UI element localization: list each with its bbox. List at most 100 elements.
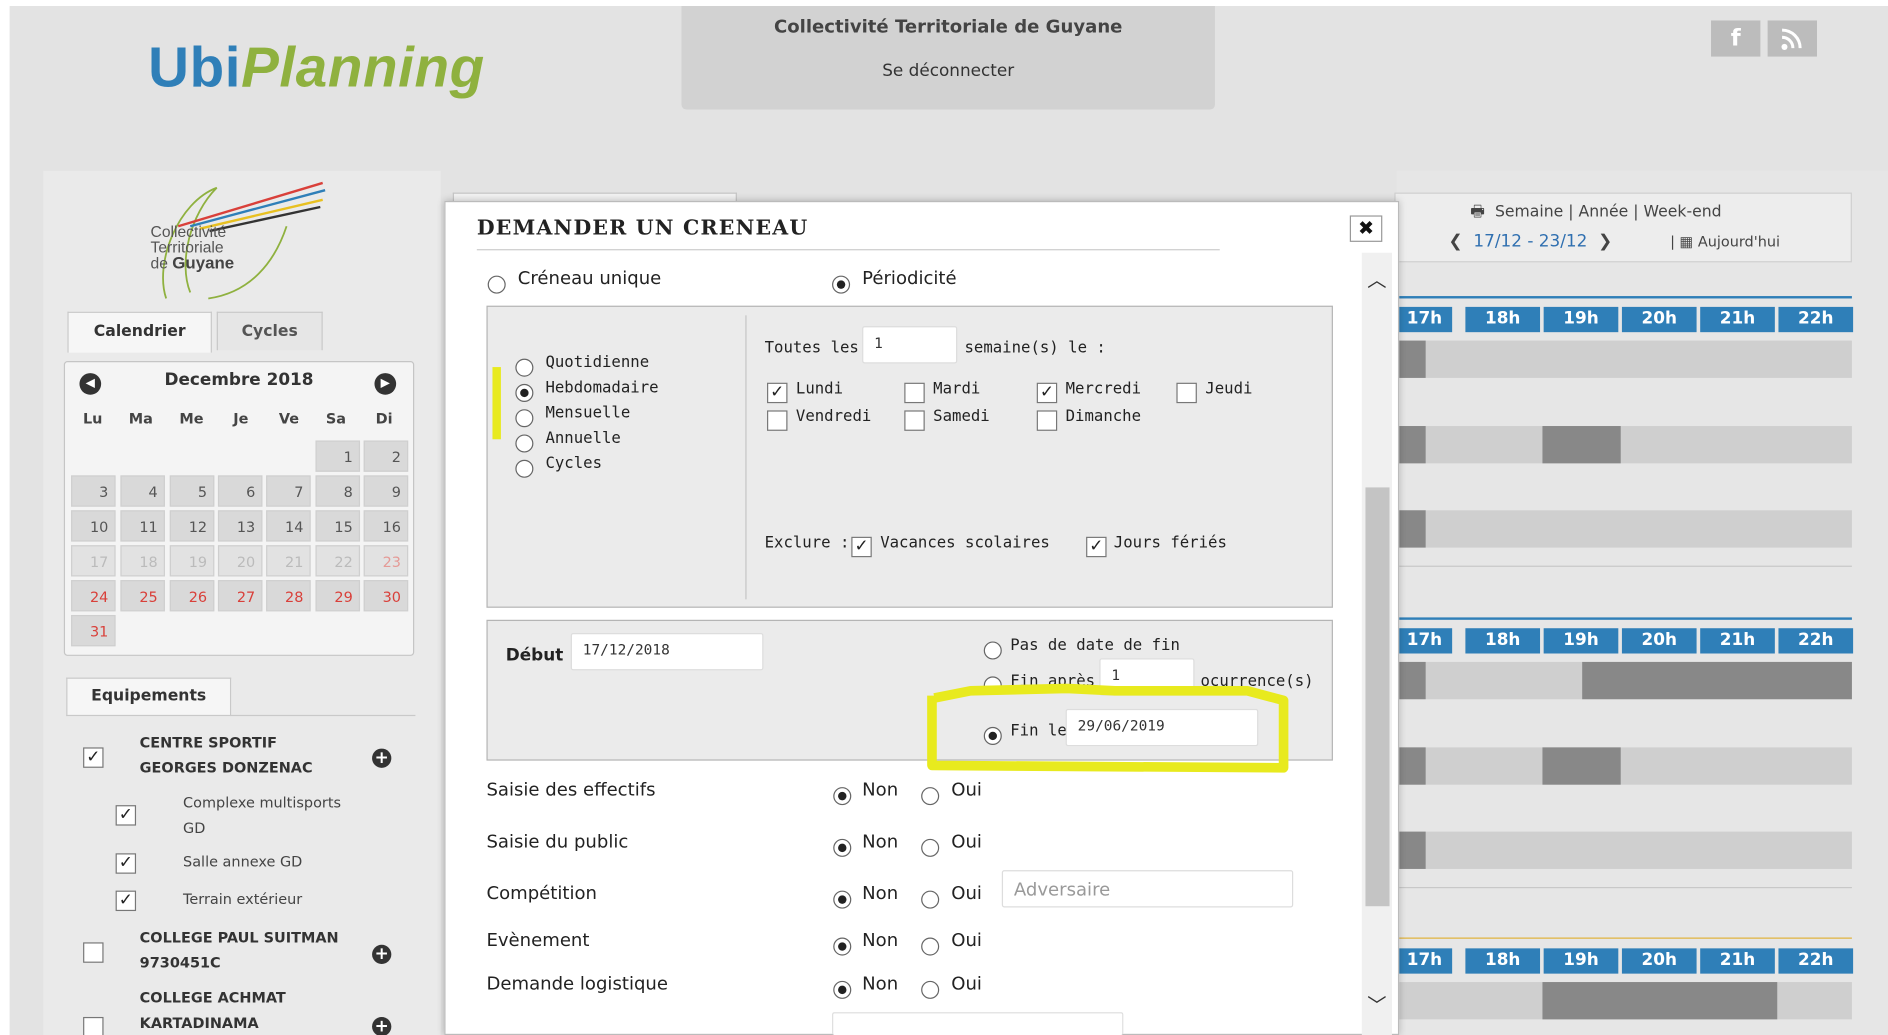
calendar-day[interactable]: 7 [266,475,311,507]
facebook-icon[interactable]: f [1711,20,1761,57]
radio-cycles[interactable] [515,459,534,478]
equipement-checkbox[interactable]: ✓ [115,853,137,874]
radio-public-non[interactable] [833,838,852,857]
calendar-day[interactable]: 29 [315,580,361,612]
calendar-day[interactable]: 23 [363,545,409,577]
calendar-day[interactable]: 15 [315,510,361,542]
calendar-day[interactable]: 1 [315,440,361,472]
calendar-day[interactable]: 21 [266,545,311,577]
end-date-input[interactable]: 29/06/2019 [1065,708,1259,747]
adversaire-input[interactable]: Adversaire [1001,870,1294,908]
calendar-next-icon[interactable]: ▶ [374,373,397,395]
calendar-day[interactable]: 6 [217,475,263,507]
calendar-day[interactable]: 8 [315,475,361,507]
slot-booked[interactable] [1396,661,1426,700]
calendar-day[interactable]: 11 [120,510,165,542]
calendar-day[interactable]: 13 [217,510,263,542]
equipement-checkbox[interactable] [83,1016,104,1035]
start-date-input[interactable]: 17/12/2018 [570,633,764,671]
calendar-day[interactable]: 16 [363,510,409,542]
radio-competition-non[interactable] [833,890,852,909]
radio-logistique-oui[interactable] [921,980,940,999]
radio-competition-oui[interactable] [921,890,940,909]
slot-row[interactable] [1396,831,1852,869]
checkbox-mardi[interactable] [904,382,925,404]
equipement-checkbox[interactable] [83,942,104,963]
view-semaine-link[interactable]: Semaine [1495,203,1563,221]
checkbox-jours-feries[interactable]: ✓ [1086,536,1107,558]
interval-input[interactable]: 1 [862,326,958,364]
slot-row[interactable] [1396,340,1852,378]
calendar-day[interactable]: 30 [363,580,409,612]
calendar-day[interactable]: 4 [120,475,165,507]
equipement-checkbox[interactable]: ✓ [115,890,137,912]
slot-booked[interactable] [1542,426,1621,464]
equipement-complexe-multisports[interactable]: Complexe multisports GD [183,791,341,842]
add-equipement-icon[interactable]: + [372,944,392,965]
view-annee-link[interactable]: Année [1578,203,1628,221]
calendar-day[interactable]: 31 [71,614,116,647]
radio-annuelle[interactable] [515,434,534,453]
calendar-day[interactable]: 19 [169,545,215,577]
rss-icon[interactable] [1767,20,1817,57]
equipement-centre-sportif[interactable]: CENTRE SPORTIF GEORGES DONZENAC [140,731,313,782]
radio-hebdomadaire[interactable] [515,383,534,402]
calendar-day[interactable]: 2 [363,440,409,472]
radio-pas-de-date-de-fin[interactable] [983,641,1002,660]
calendar-day[interactable]: 9 [363,475,409,507]
radio-logistique-non[interactable] [833,980,852,999]
today-button[interactable]: | ▦ Aujourd'hui [1670,233,1780,250]
calendar-day[interactable]: 17 [71,545,116,577]
equipement-checkbox[interactable]: ✓ [83,747,104,768]
slot-booked[interactable] [1396,340,1426,378]
prev-week-icon[interactable]: ❮ [1449,232,1463,251]
checkbox-dimanche[interactable] [1036,410,1058,431]
radio-fin-le[interactable] [983,726,1002,745]
calendar-day[interactable]: 20 [217,545,263,577]
calendar-day[interactable]: 3 [71,475,116,507]
checkbox-vacances-scolaires[interactable]: ✓ [851,536,872,558]
checkbox-vendredi[interactable] [767,410,788,431]
ubiplanning-logo[interactable]: UbiPlanning [148,34,485,100]
slot-booked[interactable] [1396,426,1426,464]
next-field-input[interactable] [832,1012,1124,1035]
calendar-day[interactable]: 5 [169,475,215,507]
slot-booked[interactable] [1542,747,1621,785]
calendar-day[interactable]: 28 [266,580,311,612]
slot-row[interactable] [1396,510,1852,548]
calendar-day[interactable]: 25 [120,580,165,612]
slot-row[interactable] [1396,747,1852,785]
checkbox-lundi[interactable]: ✓ [767,382,788,404]
radio-effectifs-oui[interactable] [921,787,940,806]
tab-calendrier[interactable]: Calendrier [67,311,212,353]
add-equipement-icon[interactable]: + [372,1016,392,1035]
next-week-icon[interactable]: ❯ [1598,232,1612,251]
slot-booked[interactable] [1396,831,1426,869]
checkbox-mercredi[interactable]: ✓ [1036,382,1058,404]
calendar-day[interactable]: 10 [71,510,116,542]
scroll-up-icon[interactable]: ︿ [1362,264,1392,291]
view-weekend-link[interactable]: Week-end [1644,203,1722,221]
radio-evenement-non[interactable] [833,937,852,956]
slot-booked[interactable] [1396,510,1426,548]
calendar-day[interactable]: 12 [169,510,215,542]
checkbox-jeudi[interactable] [1176,382,1197,404]
print-icon[interactable]: 🖶 [1470,203,1485,221]
add-equipement-icon[interactable]: + [372,748,392,768]
calendar-day[interactable]: 27 [217,580,263,612]
slot-row[interactable] [1396,426,1852,464]
slot-booked[interactable] [1396,747,1426,785]
calendar-day[interactable]: 22 [315,545,361,577]
calendar-day[interactable]: 14 [266,510,311,542]
equipement-checkbox[interactable]: ✓ [115,805,137,826]
radio-effectifs-non[interactable] [833,787,852,806]
scroll-down-icon[interactable]: ﹀ [1362,989,1392,1017]
slot-booked[interactable] [1542,982,1778,1020]
radio-creneau-unique[interactable] [487,275,506,294]
equipement-college-paul-suitman[interactable]: COLLEGE PAUL SUITMAN 9730451C [140,925,339,976]
tab-cycles[interactable]: Cycles [216,311,323,351]
radio-public-oui[interactable] [921,838,940,857]
calendar-day[interactable]: 24 [71,580,116,612]
calendar-prev-icon[interactable]: ◀ [79,373,102,395]
radio-periodicite[interactable] [832,275,851,294]
